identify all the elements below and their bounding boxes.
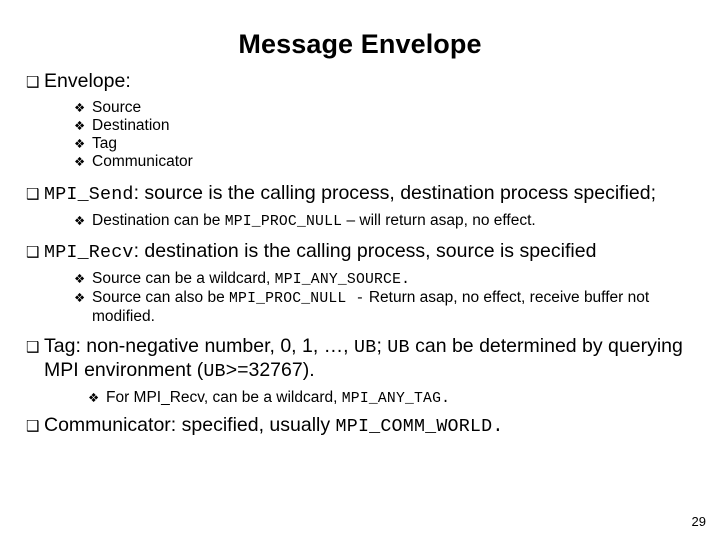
square-bullet-icon: ❑ xyxy=(26,185,40,203)
bullet-envelope-source-label: Source xyxy=(92,99,142,116)
page-number: 29 xyxy=(691,514,706,529)
bullet-envelope: ❑ Envelope: xyxy=(0,70,702,93)
tag-sub-code: MPI_ANY_TAG. xyxy=(341,391,451,407)
diamond-bullet-icon: ❖ xyxy=(74,213,86,228)
bullet-recv-proc-null: ❖ Source can also be MPI_PROC_NULL - Ret… xyxy=(0,289,706,326)
bullet-tag-any-tag: ❖ For MPI_Recv, can be a wildcard, MPI_A… xyxy=(0,389,706,408)
diamond-bullet-icon: ❖ xyxy=(74,271,86,286)
bullet-envelope-source: ❖ Source xyxy=(0,99,706,117)
bullet-envelope-communicator: ❖ Communicator xyxy=(0,153,706,171)
tag-code2: UB xyxy=(387,337,410,358)
bullet-send-destination-null: ❖ Destination can be MPI_PROC_NULL – wil… xyxy=(0,212,706,231)
bullet-mpi-send: ❑ MPI_Send: source is the calling proces… xyxy=(0,182,702,206)
bullet-envelope-tag-label: Tag xyxy=(92,135,117,152)
diamond-bullet-icon: ❖ xyxy=(74,136,86,151)
tag-code1: UB xyxy=(354,337,377,358)
tag-part1: Tag: non-negative number, 0, 1, …, xyxy=(44,335,355,357)
diamond-bullet-icon: ❖ xyxy=(74,100,86,115)
diamond-bullet-icon: ❖ xyxy=(88,390,100,405)
slide-body: ❑ Envelope: ❖ Source ❖ Destination ❖ Tag… xyxy=(0,70,720,438)
recv-sub2-pre: Source can also be xyxy=(92,289,230,306)
bullet-envelope-tag: ❖ Tag xyxy=(0,135,706,153)
diamond-bullet-icon: ❖ xyxy=(74,118,86,133)
bullet-envelope-destination: ❖ Destination xyxy=(0,117,706,135)
tag-part2: ; xyxy=(376,335,388,357)
recv-sub2-code: MPI_PROC_NULL - xyxy=(229,291,365,307)
mpi-recv-description: : destination is the calling process, so… xyxy=(133,240,597,262)
tag-sub-pre: For MPI_Recv, can be a wildcard, xyxy=(106,389,342,406)
diamond-bullet-icon: ❖ xyxy=(74,154,86,169)
communicator-pre: Communicator: specified, usually xyxy=(44,414,336,436)
communicator-code: MPI_COMM_WORLD. xyxy=(335,416,504,437)
tag-part4: >=32767). xyxy=(225,359,315,381)
bullet-tag: ❑ Tag: non-negative number, 0, 1, …, UB;… xyxy=(0,335,702,383)
square-bullet-icon: ❑ xyxy=(26,73,40,91)
send-sub-post: – will return asap, no effect. xyxy=(342,212,536,229)
page-title: Message Envelope xyxy=(238,29,482,59)
bullet-envelope-label: Envelope: xyxy=(44,70,131,92)
bullet-communicator: ❑ Communicator: specified, usually MPI_C… xyxy=(0,414,702,438)
send-sub-code: MPI_PROC_NULL xyxy=(224,214,343,230)
bullet-recv-any-source: ❖ Source can be a wildcard, MPI_ANY_SOUR… xyxy=(0,270,706,289)
square-bullet-icon: ❑ xyxy=(26,243,40,261)
square-bullet-icon: ❑ xyxy=(26,417,40,435)
bullet-envelope-communicator-label: Communicator xyxy=(92,153,193,170)
diamond-bullet-icon: ❖ xyxy=(74,290,86,305)
mpi-send-api-name: MPI_Send xyxy=(44,184,134,205)
recv-sub1-code: MPI_ANY_SOURCE. xyxy=(274,272,411,288)
mpi-recv-api-name: MPI_Recv xyxy=(44,242,134,263)
recv-sub1-pre: Source can be a wildcard, xyxy=(92,270,275,287)
slide: Message Envelope ❑ Envelope: ❖ Source ❖ … xyxy=(0,0,720,540)
send-sub-pre: Destination can be xyxy=(92,212,225,229)
tag-code3: UB xyxy=(203,361,226,382)
mpi-send-description: : source is the calling process, destina… xyxy=(133,182,657,204)
bullet-mpi-recv: ❑ MPI_Recv: destination is the calling p… xyxy=(0,240,702,264)
square-bullet-icon: ❑ xyxy=(26,338,40,356)
bullet-envelope-destination-label: Destination xyxy=(92,117,170,134)
